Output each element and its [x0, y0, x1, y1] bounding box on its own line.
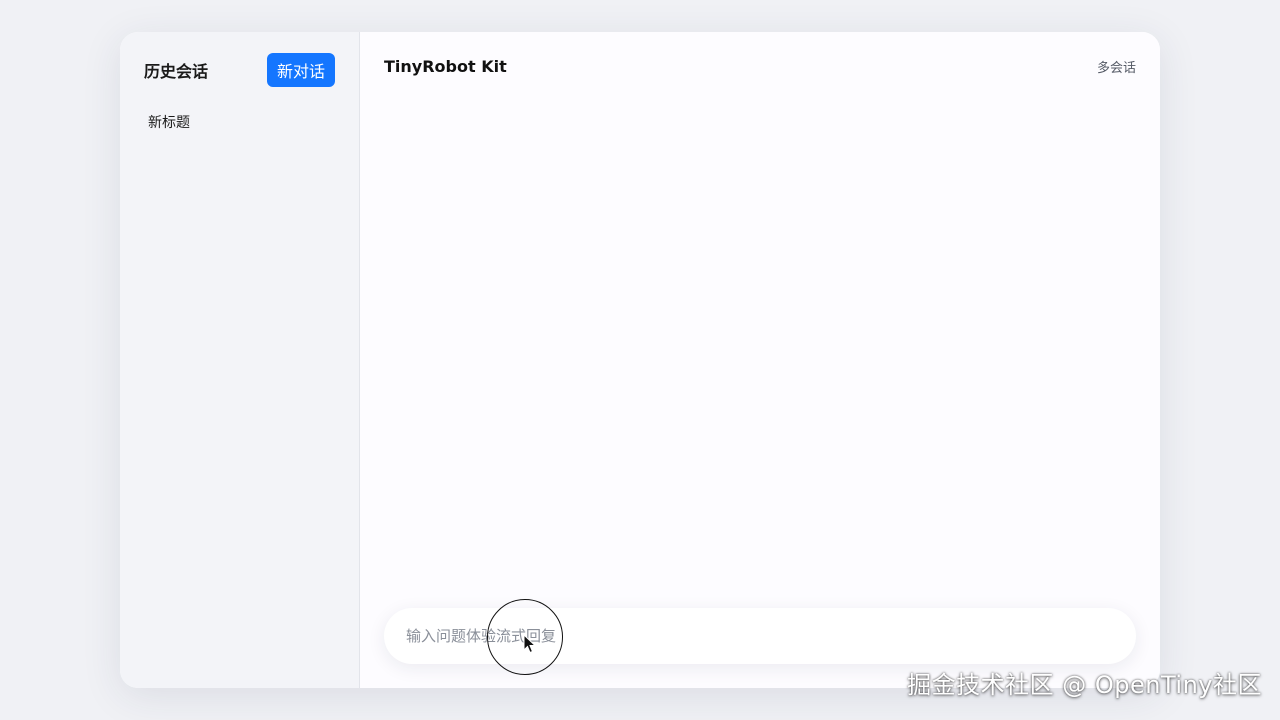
conversation-item[interactable]: 新标题: [136, 108, 343, 138]
chat-input-bar: [384, 608, 1136, 664]
multi-session-link[interactable]: 多会话: [1097, 57, 1136, 76]
sidebar-title: 历史会话: [144, 62, 209, 81]
history-sidebar: 历史会话 新对话 新标题: [120, 32, 360, 688]
new-chat-button[interactable]: 新对话: [266, 53, 335, 87]
chat-input[interactable]: [404, 626, 1116, 646]
sidebar-header: 历史会话 新对话: [120, 32, 359, 108]
chat-header: TinyRobot Kit 多会话: [360, 32, 1160, 100]
app-window: 历史会话 新对话 新标题 TinyRobot Kit 多会话: [120, 32, 1160, 688]
page-title: TinyRobot Kit: [384, 56, 507, 76]
chat-main: TinyRobot Kit 多会话: [360, 32, 1160, 688]
watermark: 掘金技术社区 @ OpenTiny社区: [907, 671, 1262, 699]
conversation-list: 新标题: [120, 108, 359, 138]
